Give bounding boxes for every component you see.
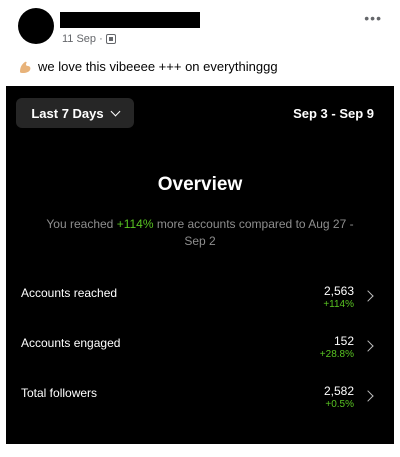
chevron-right-icon [362,340,374,352]
row-accounts-engaged[interactable]: Accounts engaged 152 +28.8% [6,332,394,372]
reach-prefix: You reached [46,217,117,231]
post-timestamp[interactable]: 11 Sep [62,33,96,45]
more-options-icon[interactable]: ••• [364,10,382,26]
row-label: Accounts engaged [21,336,121,350]
date-range-text: Sep 3 - Sep 9 [293,106,374,121]
chevron-down-icon [110,106,121,116]
row-change: +114% [323,299,354,310]
overview-title: Overview [157,174,243,195]
reach-percent: +114% [116,217,154,231]
audience-icon[interactable] [105,34,116,44]
reach-suffix: more accounts compared to Aug 27 - Sep 2 [153,217,354,248]
author-name-redacted[interactable] [60,12,200,28]
row-change: +28.8% [319,349,354,360]
row-accounts-reached[interactable]: Accounts reached 2,563 +114% [6,282,394,322]
post-header: 11 Sep · ••• [0,0,400,56]
chevron-right-icon [362,290,374,302]
row-value: 152 [333,334,354,348]
row-total-followers[interactable]: Total followers 2,582 +0.5% [6,382,394,422]
insights-panel: Last 7 Days Sep 3 - Sep 9 Overview You r… [6,86,394,444]
post-caption: we love this vibeeee +++ on everythinggg [18,59,278,74]
caption-text: we love this vibeeee +++ on everythinggg [38,59,278,74]
row-change: +0.5% [325,399,354,410]
avatar[interactable] [18,8,54,44]
meta-separator: · [99,33,103,45]
row-value: 2,582 [323,384,354,398]
chevron-right-icon [362,390,374,402]
reach-summary: You reached +114% more accounts compared… [36,216,364,250]
flexed-bicep-emoji-icon [20,61,31,73]
row-value: 2,563 [323,284,354,298]
row-label: Total followers [21,386,98,400]
range-label: Last 7 Days [31,105,104,121]
date-range-dropdown[interactable]: Last 7 Days [16,98,134,128]
row-label: Accounts reached [21,286,118,300]
post-meta: 11 Sep · [62,33,116,45]
